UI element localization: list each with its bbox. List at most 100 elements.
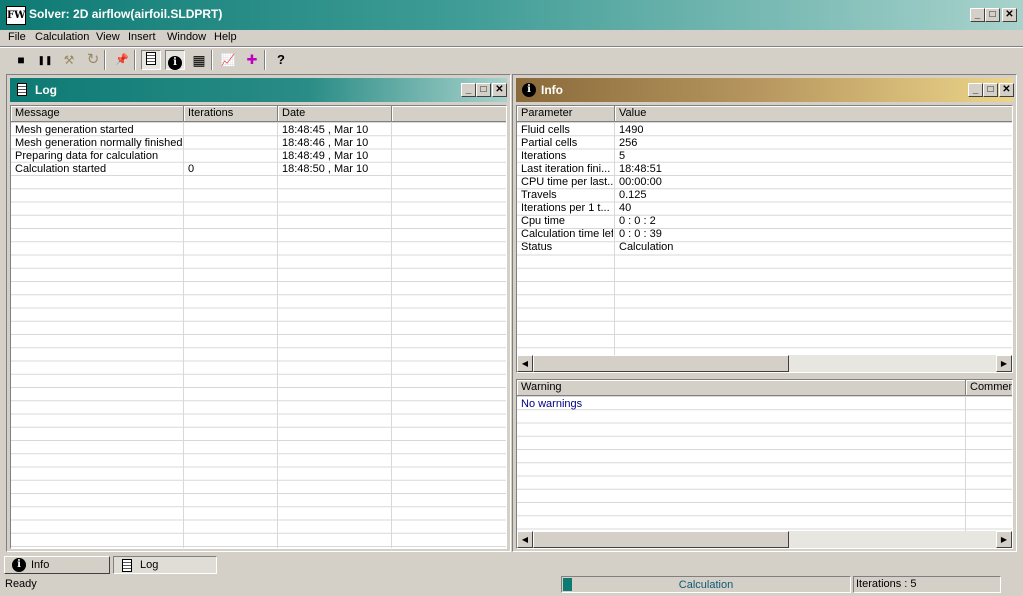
- log-tab-icon: [122, 559, 132, 572]
- scroll-left-icon[interactable]: ◀: [517, 531, 533, 548]
- progress-label: Calculation: [678, 579, 734, 591]
- param-value: 00:00:00: [619, 176, 662, 188]
- warning-horizontal-scrollbar[interactable]: ◀ ▶: [517, 531, 1012, 548]
- menu-window[interactable]: Window: [167, 31, 206, 43]
- menu-help[interactable]: Help: [214, 31, 237, 43]
- preview-icon[interactable]: ✚: [242, 50, 262, 70]
- pin-icon[interactable]: 📌: [112, 50, 132, 70]
- log-message: Mesh generation started: [15, 124, 134, 136]
- grid-line: [183, 122, 184, 548]
- info-title-bar[interactable]: i Info _ □ ✕: [516, 78, 1014, 102]
- plot-icon[interactable]: 📈: [218, 50, 238, 70]
- grid-line: [277, 122, 278, 548]
- scroll-left-icon[interactable]: ◀: [517, 355, 533, 372]
- title-bar[interactable]: FW Solver: 2D airflow(airfoil.SLDPRT) _ …: [0, 0, 1023, 30]
- log-date: 18:48:49 , Mar 10: [282, 150, 369, 162]
- column-header-value[interactable]: Value: [615, 106, 1012, 122]
- status-ready: Ready: [4, 576, 559, 593]
- log-date: 18:48:45 , Mar 10: [282, 124, 369, 136]
- column-header-comment[interactable]: Comment: [966, 380, 1012, 396]
- warning-grid-lines: [517, 396, 1012, 531]
- log-table[interactable]: Message Iterations Date Mesh generation …: [10, 105, 507, 549]
- status-iterations-text: Iterations : 5: [856, 578, 917, 590]
- tab-info[interactable]: i Info: [4, 556, 110, 574]
- log-minimize-button[interactable]: _: [461, 83, 476, 97]
- warning-table[interactable]: Warning Comment No warnings ◀ ▶: [516, 379, 1013, 549]
- column-header-message[interactable]: Message: [11, 106, 184, 122]
- param-value: 1490: [619, 124, 644, 136]
- log-message: Mesh generation normally finished: [15, 137, 183, 149]
- info-title-icon: i: [522, 83, 536, 97]
- toolbar-separator: [104, 50, 106, 70]
- column-header-date[interactable]: Date: [278, 106, 392, 122]
- info-icon[interactable]: i: [165, 50, 185, 70]
- info-maximize-button[interactable]: □: [983, 83, 998, 97]
- status-iterations: Iterations : 5: [853, 576, 1001, 593]
- column-header-empty: [392, 106, 506, 122]
- tab-log-label: Log: [140, 559, 159, 571]
- column-header-warning[interactable]: Warning: [517, 380, 966, 396]
- log-date: 18:48:46 , Mar 10: [282, 137, 369, 149]
- info-table[interactable]: Parameter Value Fluid cells 1490 Partial…: [516, 105, 1013, 373]
- stop-icon[interactable]: ■: [11, 50, 31, 70]
- log-doc-icon: [17, 83, 27, 96]
- menu-view[interactable]: View: [96, 31, 120, 43]
- log-close-button[interactable]: ✕: [492, 83, 507, 97]
- maximize-button[interactable]: □: [985, 8, 1000, 22]
- scroll-right-icon[interactable]: ▶: [996, 355, 1012, 372]
- log-date: 18:48:50 , Mar 10: [282, 163, 369, 175]
- column-header-iterations[interactable]: Iterations: [184, 106, 278, 122]
- menu-bar: File Calculation View Insert Window Help: [0, 30, 1023, 46]
- param-name: Status: [521, 241, 553, 253]
- goals-icon[interactable]: ▦: [189, 50, 209, 70]
- info-tab-icon: i: [12, 558, 26, 572]
- log-message: Preparing data for calculation: [15, 150, 159, 162]
- toolbar-separator: [264, 50, 266, 70]
- toolbar-separator: [134, 50, 136, 70]
- info-horizontal-scrollbar[interactable]: ◀ ▶: [517, 355, 1012, 372]
- step-icon[interactable]: ⚒: [59, 50, 79, 70]
- minimize-button[interactable]: _: [970, 8, 985, 22]
- scroll-thumb[interactable]: [533, 355, 789, 372]
- param-name: Last iteration fini...: [521, 163, 611, 175]
- log-icon[interactable]: [141, 50, 161, 70]
- log-title-bar[interactable]: Log _ □ ✕: [10, 78, 507, 102]
- scroll-right-icon[interactable]: ▶: [996, 531, 1012, 548]
- info-title: Info: [541, 83, 563, 97]
- menu-insert[interactable]: Insert: [128, 31, 156, 43]
- tab-info-label: Info: [31, 559, 50, 571]
- app-icon: FW: [6, 6, 26, 25]
- tab-log[interactable]: Log: [113, 556, 217, 574]
- scroll-thumb[interactable]: [533, 531, 789, 548]
- menu-file[interactable]: File: [8, 31, 26, 43]
- param-value: Calculation: [619, 241, 674, 253]
- param-value: 256: [619, 137, 638, 149]
- info-close-button[interactable]: ✕: [999, 83, 1014, 97]
- close-button[interactable]: ✕: [1002, 8, 1017, 22]
- window-title: Solver: 2D airflow(airfoil.SLDPRT): [29, 7, 223, 21]
- log-maximize-button[interactable]: □: [476, 83, 491, 97]
- param-name: Iterations per 1 t...: [521, 202, 610, 214]
- refresh-icon[interactable]: ↻: [83, 50, 103, 70]
- param-name: Partial cells: [521, 137, 578, 149]
- log-doc-icon: [146, 52, 156, 65]
- param-name: Calculation time left: [521, 228, 613, 240]
- param-value: 18:48:51: [619, 163, 662, 175]
- param-value: 40: [619, 202, 632, 214]
- info-glyph: i: [168, 56, 182, 70]
- log-grid-lines: [11, 122, 506, 548]
- log-message: Calculation started: [15, 163, 107, 175]
- toolbar-separator: [211, 50, 213, 70]
- status-text: Ready: [5, 578, 37, 590]
- param-name: Iterations: [521, 150, 567, 162]
- param-value: 0 : 0 : 2: [619, 215, 656, 227]
- help-icon[interactable]: ?: [271, 50, 291, 70]
- grid-line: [391, 122, 392, 548]
- menu-calculation[interactable]: Calculation: [35, 31, 89, 43]
- pause-icon[interactable]: ❚❚: [35, 50, 55, 70]
- column-header-parameter[interactable]: Parameter: [517, 106, 615, 122]
- info-minimize-button[interactable]: _: [968, 83, 983, 97]
- param-name: Fluid cells: [521, 124, 570, 136]
- param-name: Cpu time: [521, 215, 566, 227]
- toolbar: ■ ❚❚ ⚒ ↻ 📌 i ▦ 📈 ✚ ?: [0, 48, 1023, 73]
